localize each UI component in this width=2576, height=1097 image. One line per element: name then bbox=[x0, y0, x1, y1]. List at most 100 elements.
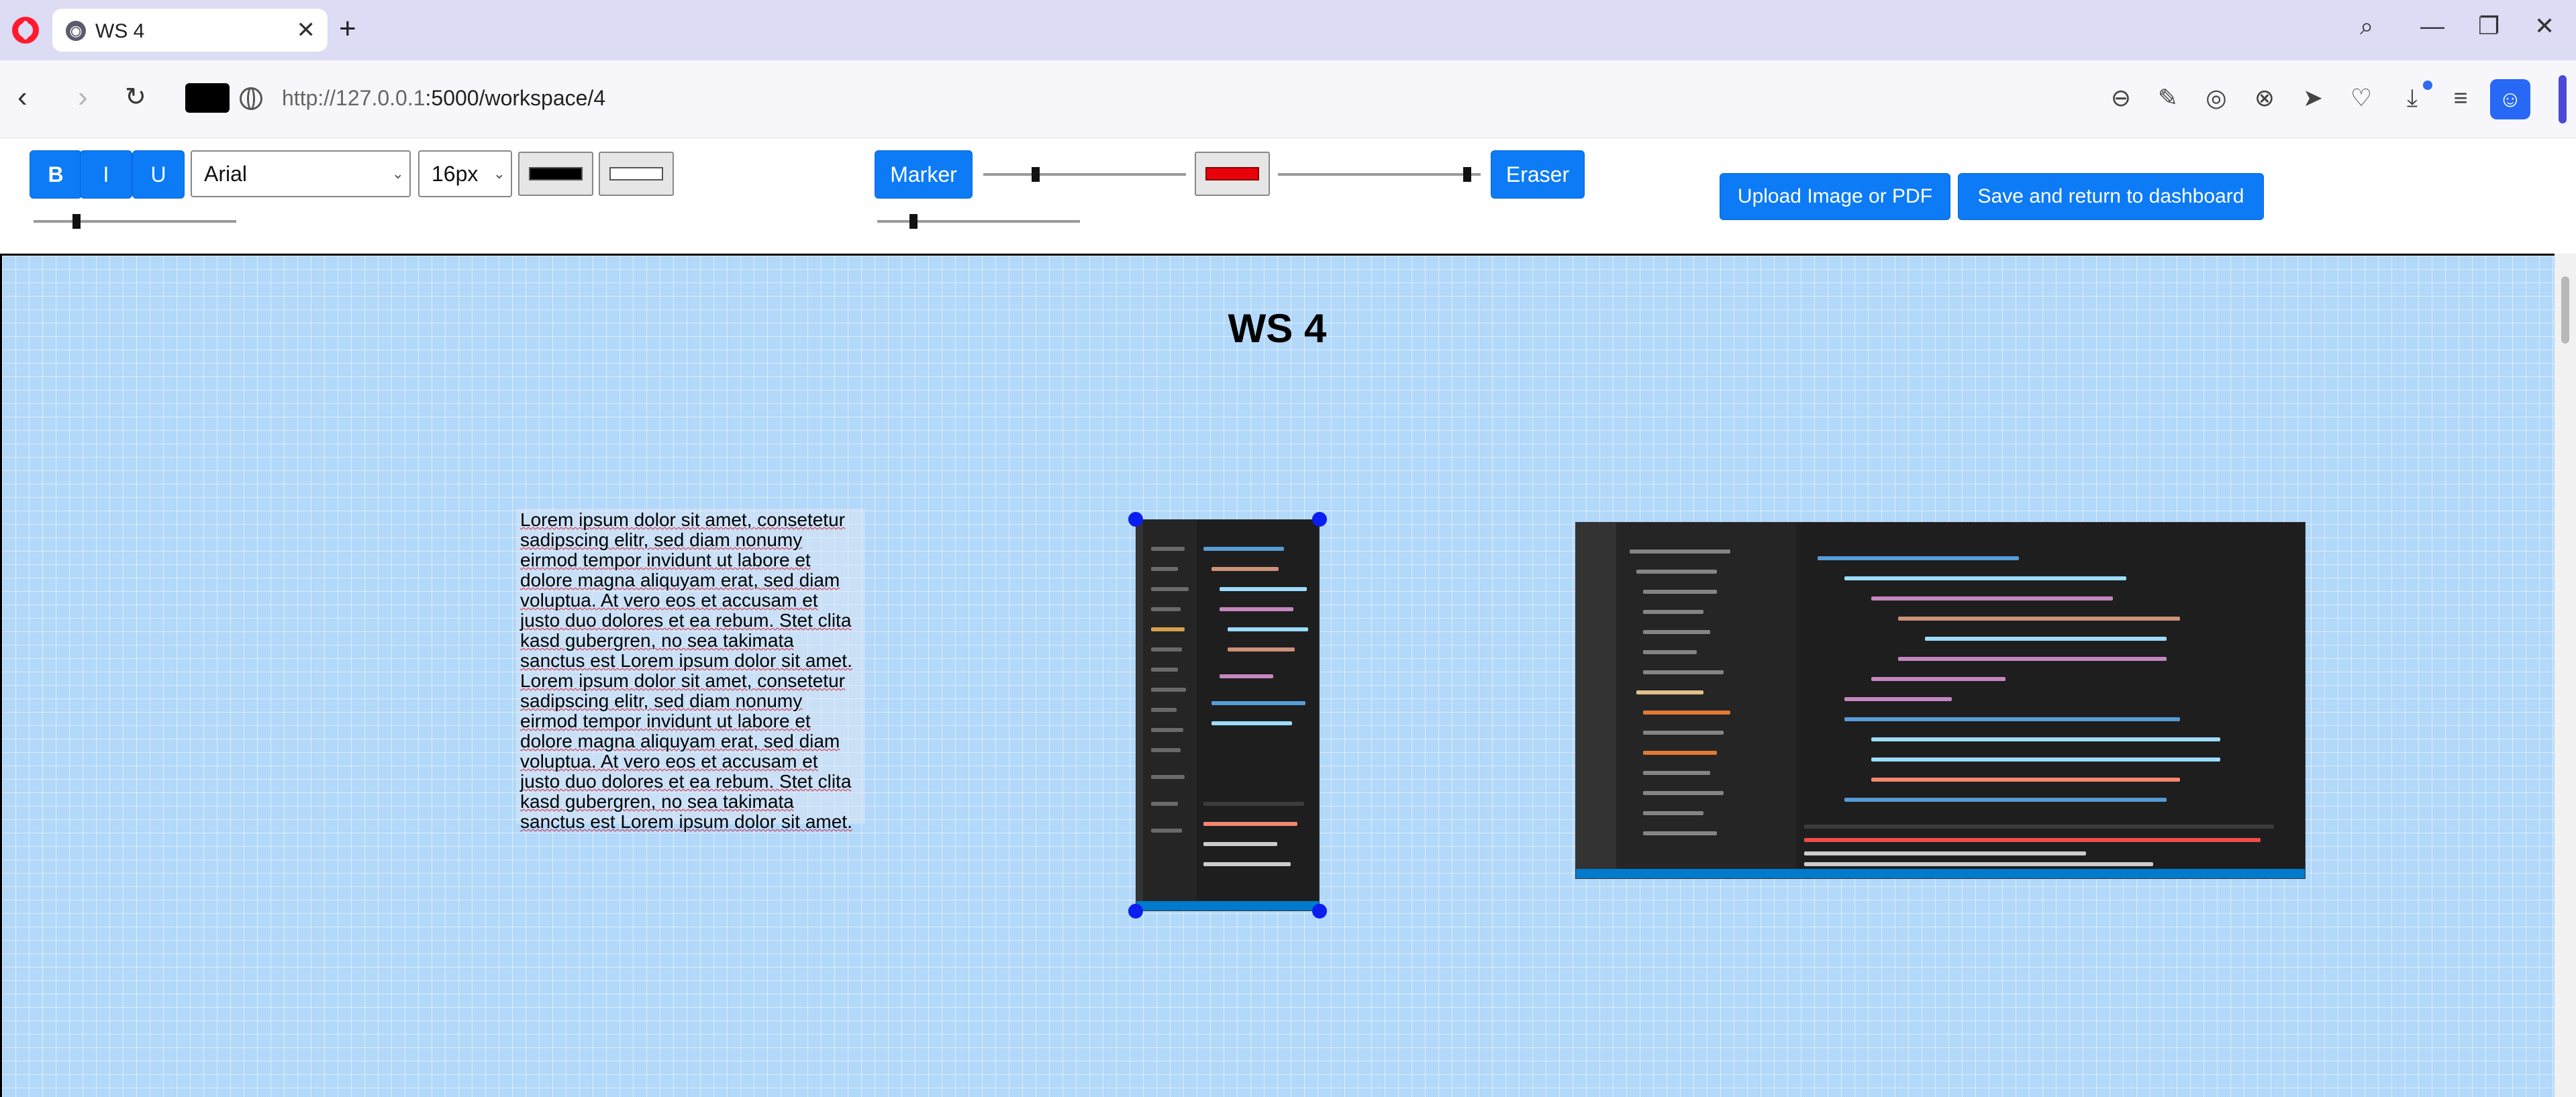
image-detail bbox=[1151, 607, 1181, 611]
image-detail bbox=[1643, 791, 1724, 795]
restore-icon[interactable]: ❐ bbox=[2478, 12, 2499, 40]
save-button[interactable]: Save and return to dashboard bbox=[1958, 173, 2264, 220]
url-field[interactable]: http://127.0.0.1:5000/workspace/4 bbox=[282, 86, 605, 111]
sidebar-toggle[interactable] bbox=[2559, 75, 2567, 123]
image-detail bbox=[1211, 721, 1292, 725]
ide-file-tree bbox=[1616, 523, 1796, 878]
profile-icon[interactable]: ☺ bbox=[2490, 79, 2530, 119]
marker-size-slider[interactable] bbox=[983, 167, 1186, 182]
marker-button[interactable]: Marker bbox=[875, 150, 973, 199]
image-detail bbox=[1871, 596, 2113, 600]
image-detail bbox=[1643, 811, 1703, 815]
reload-icon[interactable]: ↻ bbox=[125, 82, 146, 112]
uploaded-image-large[interactable] bbox=[1575, 522, 2306, 879]
tab-close-icon[interactable]: ✕ bbox=[297, 17, 316, 44]
image-detail bbox=[1643, 650, 1697, 654]
underline-button[interactable]: U bbox=[132, 150, 185, 199]
bold-button[interactable]: B bbox=[30, 150, 82, 199]
image-detail bbox=[1151, 567, 1178, 571]
image-detail bbox=[1630, 550, 1730, 554]
image-detail bbox=[1844, 576, 2126, 580]
slider-thumb[interactable] bbox=[1463, 167, 1471, 182]
text-color-swatch bbox=[529, 167, 583, 180]
scrollbar-thumb[interactable] bbox=[2561, 276, 2569, 344]
resize-handle-bottom-left[interactable] bbox=[1128, 904, 1143, 919]
download-badge bbox=[2423, 81, 2432, 90]
image-detail bbox=[1871, 758, 2220, 762]
image-detail bbox=[1643, 731, 1724, 735]
new-tab-button[interactable]: + bbox=[339, 12, 356, 46]
opera-logo-icon[interactable] bbox=[12, 17, 39, 44]
image-detail bbox=[1643, 831, 1717, 835]
address-bar: ‹ › ↻ http://127.0.0.1:5000/workspace/4 … bbox=[0, 60, 2576, 138]
image-detail bbox=[1151, 748, 1181, 752]
image-detail bbox=[1871, 677, 2005, 681]
image-detail bbox=[1844, 798, 2167, 802]
image-detail bbox=[1643, 771, 1710, 775]
url-path: :5000/workspace/4 bbox=[425, 86, 606, 110]
text-size-slider[interactable] bbox=[34, 214, 236, 229]
zoom-out-icon[interactable]: ⊖ bbox=[2108, 85, 2134, 111]
italic-button[interactable]: I bbox=[80, 150, 132, 199]
image-detail bbox=[1844, 697, 1952, 701]
font-size-select[interactable]: 16px ⌄ bbox=[418, 150, 512, 197]
image-detail bbox=[1871, 737, 2220, 741]
download-icon[interactable]: ⤓ bbox=[2399, 85, 2426, 111]
eraser-button[interactable]: Eraser bbox=[1491, 150, 1585, 199]
edit-icon[interactable]: ✎ bbox=[2154, 85, 2181, 111]
resize-handle-bottom-right[interactable] bbox=[1312, 904, 1327, 919]
image-detail bbox=[1643, 630, 1710, 634]
forward-icon[interactable]: › bbox=[78, 81, 88, 114]
workspace-canvas[interactable]: WS 4 Lorem ipsum dolor sit amet, consete… bbox=[0, 254, 2555, 1097]
back-icon[interactable]: ‹ bbox=[17, 81, 28, 114]
camera-icon[interactable]: ◎ bbox=[2203, 85, 2230, 111]
vertical-scrollbar[interactable] bbox=[2555, 254, 2576, 1097]
minimize-icon[interactable]: — bbox=[2420, 12, 2444, 40]
image-detail bbox=[1151, 587, 1189, 591]
text-background-picker[interactable] bbox=[599, 152, 674, 196]
ide-file-tree bbox=[1143, 520, 1197, 910]
image-detail bbox=[1211, 701, 1305, 705]
image-detail bbox=[1151, 829, 1182, 833]
send-icon[interactable]: ➤ bbox=[2299, 85, 2326, 111]
heart-icon[interactable]: ♡ bbox=[2348, 85, 2375, 111]
slider-thumb[interactable] bbox=[72, 214, 81, 229]
ide-status-bar bbox=[1576, 869, 2305, 878]
font-family-select[interactable]: Arial ⌄ bbox=[191, 150, 411, 197]
globe-icon[interactable] bbox=[240, 87, 262, 110]
resize-handle-top-left[interactable] bbox=[1128, 512, 1143, 527]
resize-handle-top-right[interactable] bbox=[1312, 512, 1327, 527]
upload-button[interactable]: Upload Image or PDF bbox=[1720, 173, 1950, 220]
browser-tab[interactable]: ◉ WS 4 ✕ bbox=[52, 9, 328, 52]
image-detail bbox=[1844, 717, 2180, 721]
eraser-size-slider[interactable] bbox=[877, 214, 1080, 229]
image-detail bbox=[1898, 657, 2167, 661]
marker-color-picker[interactable] bbox=[1195, 152, 1270, 196]
image-detail bbox=[1203, 802, 1304, 806]
image-detail bbox=[1151, 668, 1178, 672]
image-detail bbox=[1804, 838, 2261, 842]
slider-thumb[interactable] bbox=[1032, 167, 1040, 182]
image-detail bbox=[1151, 688, 1186, 692]
uploaded-image-small[interactable] bbox=[1136, 519, 1320, 911]
image-detail bbox=[1203, 862, 1291, 866]
slider-thumb[interactable] bbox=[909, 214, 918, 229]
marker-opacity-slider[interactable] bbox=[1278, 167, 1481, 182]
text-block[interactable]: Lorem ipsum dolor sit amet, consetetur s… bbox=[516, 509, 865, 832]
settings-sliders-icon[interactable]: ≡ bbox=[2447, 85, 2474, 111]
image-detail bbox=[1636, 570, 1717, 574]
image-detail bbox=[1925, 637, 2167, 641]
text-color-picker[interactable] bbox=[518, 152, 593, 196]
adblock-icon[interactable]: ⊗ bbox=[2251, 85, 2278, 111]
close-window-icon[interactable]: ✕ bbox=[2534, 12, 2555, 40]
image-detail bbox=[1220, 607, 1293, 611]
image-detail bbox=[1804, 825, 2274, 829]
search-tabs-icon[interactable]: ⌕ bbox=[2360, 12, 2373, 41]
image-detail bbox=[1643, 670, 1724, 674]
site-badge[interactable] bbox=[185, 83, 230, 113]
chevron-down-icon: ⌄ bbox=[493, 165, 505, 182]
image-detail bbox=[1151, 647, 1182, 651]
image-detail bbox=[1151, 802, 1178, 806]
image-detail bbox=[1203, 842, 1277, 846]
image-detail bbox=[1804, 851, 2086, 855]
